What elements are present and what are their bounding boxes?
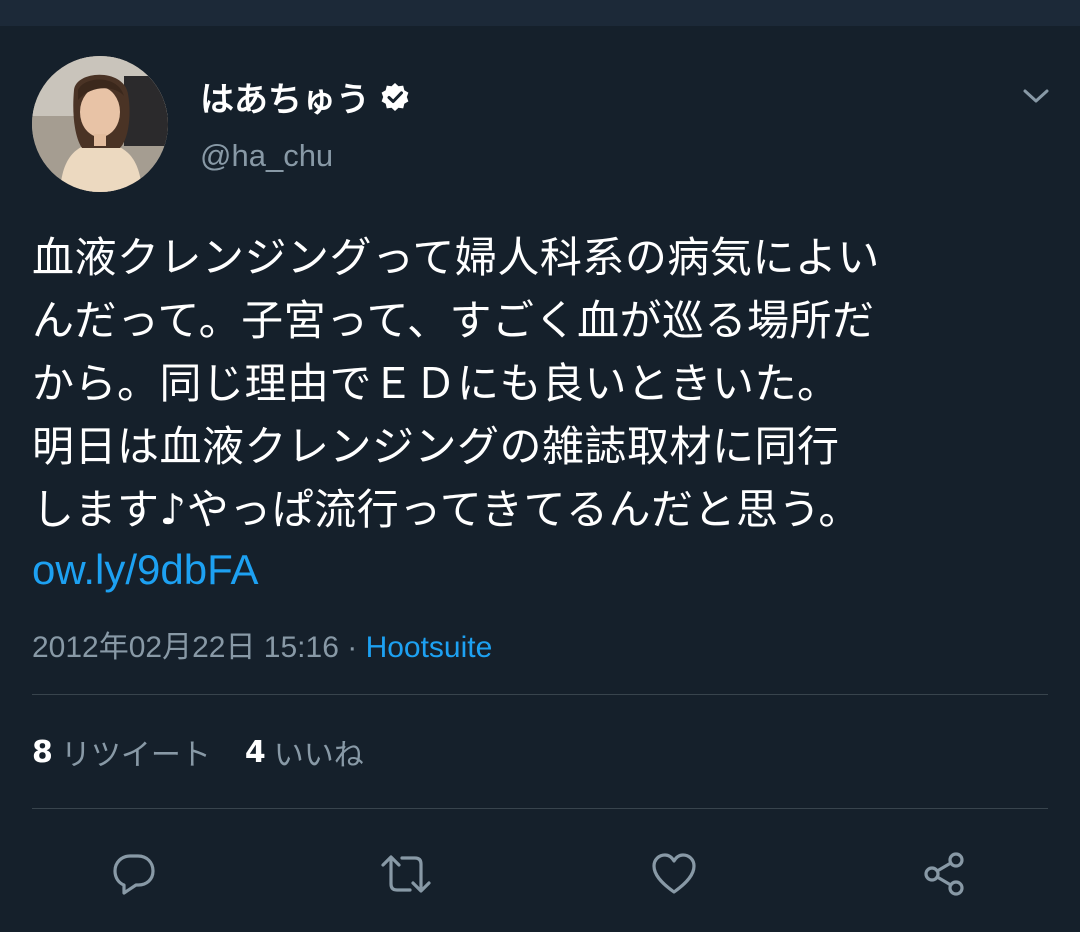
retweets-label: リツイート <box>60 738 211 773</box>
tweet-stats: 8 リツイート 4 いいね <box>32 730 398 774</box>
chevron-down-icon[interactable] <box>1018 78 1054 114</box>
action-bar <box>0 846 1080 902</box>
reply-button[interactable] <box>106 846 162 902</box>
avatar[interactable] <box>32 56 168 192</box>
like-button[interactable] <box>646 846 702 902</box>
retweets-count: 8 <box>32 734 53 770</box>
status-bar <box>0 0 1080 26</box>
share-button[interactable] <box>916 846 972 902</box>
verified-badge-icon <box>380 82 410 112</box>
retweet-button[interactable] <box>378 846 434 902</box>
tweet-text-line: 血液クレンジングって婦人科系の病気によい <box>32 233 880 282</box>
source-link[interactable]: Hootsuite <box>366 631 493 664</box>
tweet-text-line: から。同じ理由でＥＤにも良いときいた。 <box>32 359 840 408</box>
display-name-row[interactable]: はあちゅう <box>200 72 410 121</box>
timestamp[interactable]: 2012年02月22日 15:16 <box>32 631 339 664</box>
likes-count: 4 <box>244 734 266 770</box>
tweet-text-line: します♪やっぱ流行ってきてるんだと思う。 <box>32 485 861 534</box>
user-handle[interactable]: @ha_chu <box>200 138 333 174</box>
tweet-text-line: んだって。子宮って、すごく血が巡る場所だ <box>32 296 875 345</box>
avatar-photo <box>32 56 168 192</box>
tweet-link[interactable]: ow.ly/9dbFA <box>32 546 258 594</box>
likes-label: いいね <box>273 738 364 773</box>
divider <box>32 808 1048 809</box>
tweet-text: 血液クレンジングって婦人科系の病気によい んだって。子宮って、すごく血が巡る場所… <box>32 226 1042 541</box>
tweet-text-line: 明日は血液クレンジングの雑誌取材に同行 <box>32 422 840 471</box>
meta-separator: · <box>338 631 366 664</box>
heart-icon <box>652 853 696 894</box>
likes-stat[interactable]: 4 いいね <box>245 730 364 774</box>
display-name[interactable]: はあちゅう <box>200 72 370 121</box>
retweets-stat[interactable]: 8 リツイート <box>32 730 211 774</box>
tweet-meta: 2012年02月22日 15:16 · Hootsuite <box>32 622 492 666</box>
tweet-detail: はあちゅう @ha_chu 血液クレンジングって婦人科系の病気によい んだって。… <box>0 26 1080 932</box>
retweet-icon <box>381 855 431 893</box>
divider <box>32 694 1048 695</box>
share-icon <box>924 852 964 896</box>
reply-icon <box>113 854 155 895</box>
